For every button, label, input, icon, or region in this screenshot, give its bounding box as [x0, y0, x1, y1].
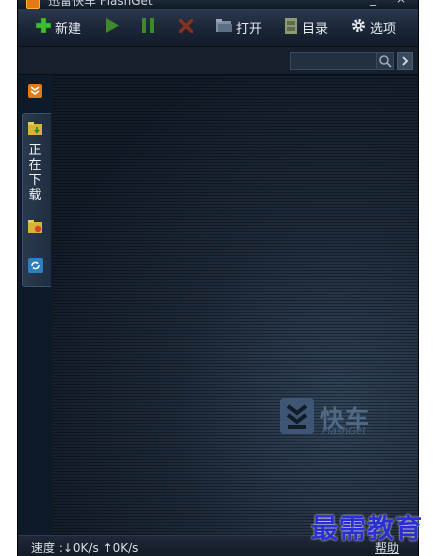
watermark-name-en: FlashGet [322, 426, 367, 437]
open-folder-icon [216, 18, 232, 37]
flashget-watermark: 快车 FlashGet [280, 398, 369, 438]
directory-button[interactable]: 目录 [284, 9, 328, 46]
sidebar-item-completed[interactable] [28, 219, 43, 238]
directory-button-label: 目录 [302, 22, 329, 37]
download-list-area[interactable]: 快车 FlashGet [52, 75, 418, 535]
completed-folder-icon [28, 219, 43, 238]
toolbar: 新建 打开 目录 选项 [18, 9, 418, 47]
speed-readout: 速度 :↓0K/s ↑0K/s [31, 541, 139, 555]
delete-x-icon [178, 17, 194, 37]
directory-cabinet-icon [284, 17, 298, 38]
options-button[interactable]: 选项 [351, 9, 396, 46]
sidebar: 正 在 下 载 [18, 75, 51, 535]
minimize-button[interactable]: _ [370, 0, 376, 6]
close-button[interactable]: × [396, 0, 406, 6]
start-button[interactable] [105, 9, 123, 46]
open-button-label: 打开 [236, 22, 263, 37]
pause-button[interactable] [141, 9, 159, 46]
title-bar[interactable]: 迅雷快车 FlashGet _ × [18, 0, 418, 9]
flashget-window: 迅雷快车 FlashGet _ × 新建 [17, 0, 419, 556]
play-icon [105, 18, 119, 37]
chevron-right-icon [398, 54, 412, 73]
search-input[interactable] [290, 52, 378, 70]
downloading-folder-icon [28, 121, 43, 140]
delete-button[interactable] [178, 9, 197, 46]
pause-icon [141, 18, 155, 37]
refresh-icon [28, 258, 43, 277]
new-button-label: 新建 [55, 22, 82, 37]
collapse-button[interactable] [28, 83, 42, 102]
new-button[interactable]: 新建 [35, 9, 82, 46]
gear-icon [351, 18, 366, 37]
open-button[interactable]: 打开 [216, 9, 262, 46]
sidebar-tab-downloading-label: 正 在 下 载 [28, 143, 42, 203]
app-icon [26, 0, 40, 9]
corner-watermark-brand: 最需教育 [311, 514, 423, 545]
options-button-label: 选项 [370, 22, 397, 37]
flashget-logo-icon [280, 398, 314, 438]
window-title: 迅雷快车 FlashGet [48, 0, 153, 8]
search-button[interactable] [376, 52, 394, 70]
double-chevron-down-icon [28, 83, 42, 102]
search-icon [377, 54, 393, 73]
sidebar-item-refresh[interactable] [28, 258, 43, 277]
next-button[interactable] [397, 52, 413, 70]
plus-icon [35, 17, 52, 37]
search-bar [18, 47, 418, 75]
